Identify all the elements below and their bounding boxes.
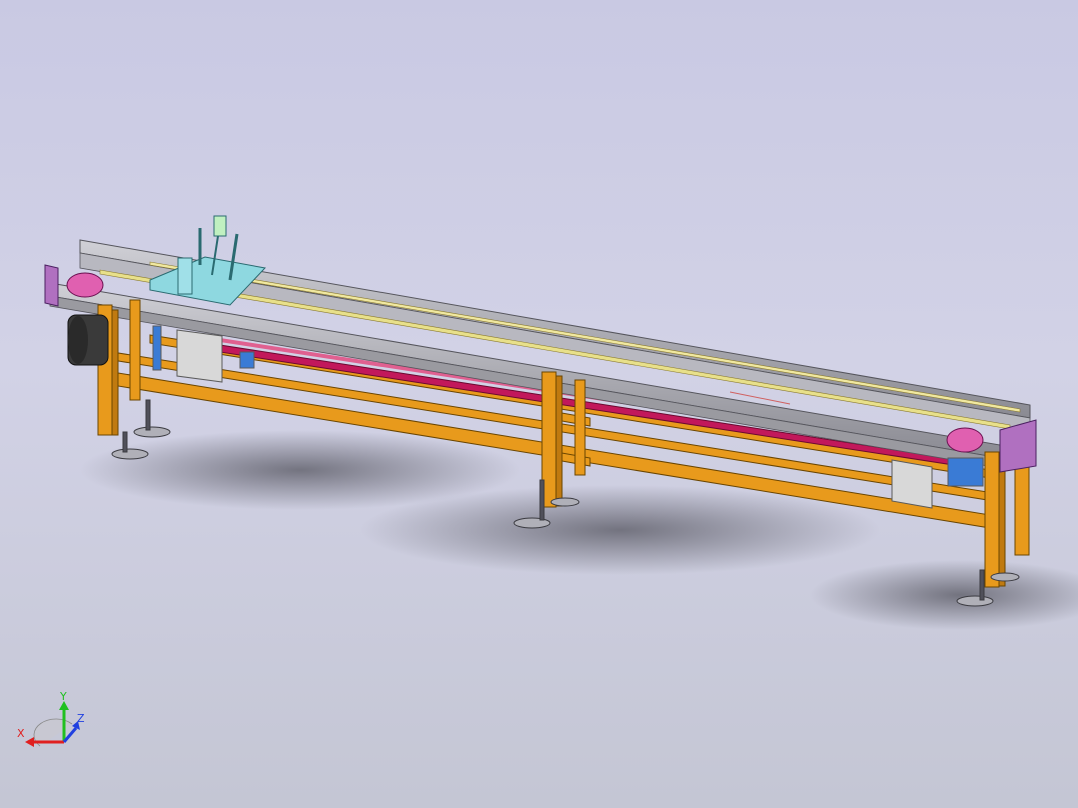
conveyor-model[interactable] [0, 0, 1078, 808]
x-axis-label: X [17, 727, 25, 740]
axis-triad: X Y Z [17, 690, 85, 747]
y-axis-label: Y [59, 690, 67, 703]
drive-motor [67, 314, 109, 366]
z-axis-label: Z [77, 712, 85, 725]
3d-viewport[interactable]: X Y Z [0, 0, 1078, 808]
z-axis-arrow [62, 727, 78, 743]
